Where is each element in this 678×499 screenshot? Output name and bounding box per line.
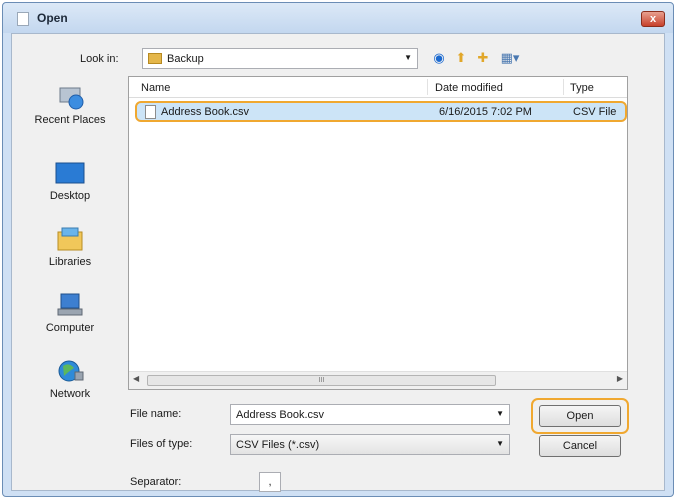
place-desktop[interactable]: Desktop [14, 160, 126, 202]
column-header-name[interactable]: Name [141, 82, 170, 94]
chevron-down-icon: ▼ [404, 53, 412, 62]
chevron-down-icon[interactable]: ▼ [496, 409, 504, 418]
close-button[interactable]: x [641, 11, 665, 27]
open-dialog: Open x Look in: Backup ▼ ◉ ⬆ ✚ ▦▾ Recent… [2, 2, 674, 497]
place-network[interactable]: Network [14, 358, 126, 400]
look-in-dropdown[interactable]: Backup ▼ [142, 48, 418, 69]
place-label: Network [49, 388, 91, 400]
dialog-title: Open [37, 11, 68, 25]
scroll-right-icon[interactable]: ▶ [617, 374, 623, 383]
cancel-button[interactable]: Cancel [539, 435, 621, 457]
folder-icon [148, 53, 162, 64]
scroll-thumb[interactable]: III [147, 375, 496, 386]
place-label: Computer [45, 322, 95, 334]
file-type-value: CSV Files (*.csv) [236, 439, 320, 451]
file-list-header: Name Date modified Type [129, 77, 627, 98]
dialog-body: Look in: Backup ▼ ◉ ⬆ ✚ ▦▾ Recent Places… [11, 33, 665, 492]
place-recent-places[interactable]: Recent Places [14, 84, 126, 126]
network-icon [54, 358, 86, 384]
libraries-icon [54, 226, 86, 252]
table-row[interactable]: Address Book.csv 6/16/2015 7:02 PM CSV F… [135, 101, 627, 122]
place-label: Desktop [49, 190, 91, 202]
computer-icon [54, 292, 86, 318]
file-name-value: Address Book.csv [236, 409, 325, 421]
view-menu-icon[interactable]: ▦▾ [498, 48, 522, 68]
new-folder-icon[interactable]: ✚ [474, 48, 492, 68]
separator-label: Separator: [130, 476, 182, 488]
open-button[interactable]: Open [539, 405, 621, 427]
file-icon [145, 105, 156, 119]
file-name-field[interactable]: Address Book.csv ▼ [230, 404, 510, 425]
chevron-down-icon: ▼ [496, 439, 504, 448]
title-bar: Open x [3, 3, 673, 33]
date-modified-cell: 6/16/2015 7:02 PM [439, 106, 532, 118]
up-folder-icon[interactable]: ⬆ [452, 48, 470, 68]
column-header-type[interactable]: Type [570, 82, 594, 94]
type-cell: CSV File [573, 106, 617, 118]
horizontal-scrollbar[interactable]: ◀ III ▶ [129, 371, 627, 389]
file-name-cell: Address Book.csv [161, 106, 250, 118]
separator-field[interactable]: , [259, 472, 281, 492]
file-list[interactable]: Name Date modified Type Address Book.csv… [128, 76, 628, 390]
places-bar: Recent Places Desktop Libraries Computer [14, 78, 126, 486]
file-type-label: Files of type: [130, 438, 193, 450]
file-type-dropdown[interactable]: CSV Files (*.csv) ▼ [230, 434, 510, 455]
document-icon [17, 12, 29, 26]
column-header-date-modified[interactable]: Date modified [435, 82, 503, 94]
column-divider[interactable] [427, 79, 428, 95]
scroll-left-icon[interactable]: ◀ [133, 374, 139, 383]
look-in-label: Look in: [80, 53, 119, 65]
file-name-label: File name: [130, 408, 182, 420]
back-icon[interactable]: ◉ [430, 48, 448, 68]
recent-places-icon [54, 84, 86, 110]
place-label: Libraries [48, 256, 92, 268]
column-divider[interactable] [563, 79, 564, 95]
desktop-icon [54, 160, 86, 186]
place-libraries[interactable]: Libraries [14, 226, 126, 268]
place-computer[interactable]: Computer [14, 292, 126, 334]
look-in-value: Backup [167, 53, 204, 65]
place-label: Recent Places [34, 114, 106, 126]
